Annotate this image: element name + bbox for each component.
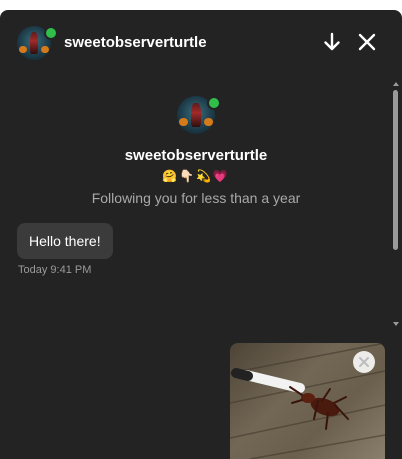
scrollbar-thumb[interactable] <box>393 90 398 250</box>
online-status-dot <box>207 96 221 110</box>
download-button[interactable] <box>320 30 344 54</box>
avatar-pumpkin <box>41 45 49 54</box>
avatar-figure <box>191 102 201 128</box>
media-close-button[interactable] <box>353 351 375 373</box>
message-timestamp: Today 9:41 PM <box>18 264 92 276</box>
chat-header: sweetobserverturtle <box>0 10 402 74</box>
close-icon <box>359 357 369 367</box>
profile-section: sweetobserverturtle 🤗👇🏻💫💗 Following you … <box>0 96 392 206</box>
media-thumbnail[interactable] <box>230 343 385 459</box>
message-bubble[interactable]: Hello there! <box>17 223 113 259</box>
avatar-pumpkin <box>204 118 213 127</box>
online-status-dot <box>44 26 58 40</box>
chat-title[interactable]: sweetobserverturtle <box>64 34 207 51</box>
scroll-up-arrow[interactable] <box>393 82 399 86</box>
scrollbar[interactable] <box>392 82 400 332</box>
avatar-pumpkin <box>19 45 27 54</box>
profile-emojis: 🤗👇🏻💫💗 <box>162 169 230 183</box>
chat-window: sweetobserverturtle sweetobserverturtle … <box>0 10 402 459</box>
close-button[interactable] <box>355 30 379 54</box>
scroll-down-arrow[interactable] <box>393 322 399 326</box>
avatar-pumpkin <box>179 118 188 127</box>
avatar-figure <box>29 32 39 54</box>
close-icon <box>358 33 376 51</box>
arrow-down-icon <box>324 32 340 51</box>
profile-username[interactable]: sweetobserverturtle <box>0 147 392 164</box>
following-duration: Following you for less than a year <box>91 190 301 206</box>
